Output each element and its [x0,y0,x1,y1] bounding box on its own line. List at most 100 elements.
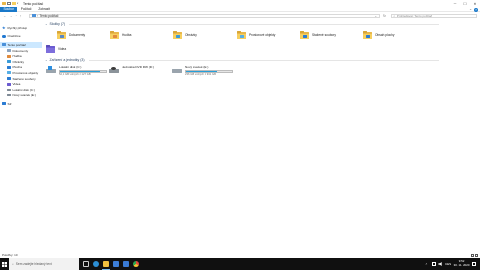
folder-icon[interactable] [2,1,6,6]
documents-folder-icon [57,31,66,39]
videos-icon [7,82,11,86]
chrome-icon[interactable] [133,261,139,267]
desktop-icon [7,65,11,69]
store-icon[interactable] [113,261,119,267]
chevron-down-icon[interactable]: ⌄ [374,14,377,18]
dvd-drive-icon [109,66,119,73]
folder-label: Stažené soubory [312,33,336,37]
sidebar-item-label: Hudba [12,54,22,59]
chevron-down-icon[interactable]: ⌄ [45,22,48,26]
drive-local-disk-c[interactable]: Lokální disk (C:) 52,1 GB volných z 127 … [46,65,107,76]
network-icon[interactable] [431,262,436,266]
drive-usage-bar [59,69,107,73]
folder-3d-objects[interactable]: Prostorové objekty [237,31,275,39]
computer-icon [2,43,6,47]
tab-file[interactable]: Soubor [0,6,18,12]
help-icon[interactable]: ? [474,7,478,12]
chevron-down-icon[interactable]: ⌄ [45,58,48,62]
address-toolbar: ← → ⌄ ↑ › Tento počítač ⌄ ↻ ⌕ Prohledáva… [0,12,480,19]
drive-usage-fill [186,70,218,72]
downloads-icon [7,77,11,81]
group-title: Zařízení a jednotky (3) [49,58,85,62]
pictures-folder-icon [173,31,182,39]
properties-icon[interactable] [7,1,11,6]
drives-group-header[interactable]: ⌄ Zařízení a jednotky (3) [45,58,439,62]
details-view-icon[interactable] [470,253,474,257]
search-icon: ⌕ [393,13,396,18]
drive-label: Lokální disk (C:) [59,65,82,69]
folder-desktop[interactable]: Obsah plochy [363,31,395,39]
folder-label: Hudba [122,33,132,37]
forward-arrow-icon[interactable]: → [9,14,13,18]
breadcrumb-current[interactable]: Tento počítač [40,14,59,18]
task-view-icon[interactable] [83,261,89,267]
large-icons-view-icon[interactable] [475,253,478,257]
volume-icon[interactable] [438,262,442,266]
chevron-down-icon[interactable]: ▾ [17,2,19,6]
folders-group-header[interactable]: ⌄ Složky (7) [45,22,440,26]
folder-music[interactable]: Hudba [110,31,131,39]
taskbar-search-placeholder: Sem zadejte hledaný text [15,262,52,266]
drive-usage-bar [185,69,233,73]
quick-access-toolbar: ▾ [0,1,19,6]
sidebar-item-label: Dokumenty [12,48,29,53]
drive-dvd-d[interactable]: Jednotka DVD RW (D:) [109,65,154,73]
title-bar: ▾ Tento počítač ─ ☐ ✕ [0,0,480,7]
refresh-icon[interactable]: ↻ [383,14,386,18]
recent-locations-icon[interactable]: ⌄ [15,14,17,18]
maximize-icon[interactable]: ☐ [460,0,470,7]
sidebar-item-label: Lokální disk (C:) [12,87,35,92]
up-arrow-icon[interactable]: ↑ [20,14,22,18]
folder-label: Prostorové objekty [249,33,276,37]
drive-icon [7,88,11,91]
new-folder-icon[interactable] [12,1,16,6]
edge-icon[interactable] [93,261,99,267]
drive-icon [7,94,11,97]
group-divider [69,23,440,25]
chevron-up-icon[interactable]: ˄ [425,262,429,266]
sidebar-item-label: Plocha [12,65,22,70]
folder-videos[interactable]: Videa [46,45,66,53]
minimize-icon[interactable]: ─ [450,0,460,7]
taskbar: ⌕ Sem zadejte hledaný text ˄ CES 9:52 30… [0,258,480,270]
clock-date: 30. 11. 2020 [453,263,470,267]
taskbar-search-input[interactable]: ⌕ Sem zadejte hledaný text [9,258,79,270]
file-explorer-icon[interactable] [102,261,110,270]
search-input[interactable]: ⌕ Prohledávat: Tento počítač [391,13,477,18]
search-placeholder: Prohledávat: Tento počítač [396,13,433,18]
sidebar-item-label: Stažené soubory [12,76,36,81]
windows-start-icon[interactable] [0,258,9,270]
videos-folder-icon [46,45,55,53]
folder-downloads[interactable]: Stažené soubory [300,31,336,39]
back-arrow-icon[interactable]: ← [3,14,7,18]
sidebar-item-label: Nový svazek (E:) [12,93,36,98]
folder-documents[interactable]: Dokumenty [57,31,85,39]
folder-pictures[interactable]: Obrázky [173,31,197,39]
sidebar-item-label: Rychlý přístup [7,25,28,30]
language-indicator[interactable]: CES [445,262,451,266]
music-icon [7,54,11,58]
notifications-icon[interactable] [472,262,476,266]
mail-icon[interactable] [123,261,129,267]
windows-drive-icon [46,66,56,73]
view-switcher [470,253,478,257]
sidebar-item-label: OneDrive [7,34,21,39]
tab-computer[interactable]: Počítač [17,7,35,12]
close-icon[interactable]: ✕ [470,0,480,7]
clock[interactable]: 9:52 30. 11. 2020 [454,260,470,267]
sidebar-item-label: Obrázky [12,59,25,64]
address-field[interactable]: › Tento počítač ⌄ [29,13,380,18]
content-pane: ⌄ Složky (7) Dokumenty Hudba Obrázky Pro… [43,20,480,252]
folder-label: Obrázky [185,33,197,37]
sidebar-item-label: Síť [7,101,12,106]
pictures-icon [7,60,11,64]
breadcrumb-separator-icon: › [37,13,39,18]
sidebar-item-network[interactable]: Síť [0,101,42,107]
3d-objects-folder-icon [237,31,246,39]
drive-new-volume-e[interactable]: Nový svazek (E:) 236 GB volných z 931 GB [172,65,233,76]
drive-usage-fill [60,70,101,72]
tab-view[interactable]: Zobrazit [35,7,54,12]
window-title: Tento počítač [23,1,44,6]
window-controls: ─ ☐ ✕ [450,0,480,7]
music-folder-icon [110,31,119,39]
